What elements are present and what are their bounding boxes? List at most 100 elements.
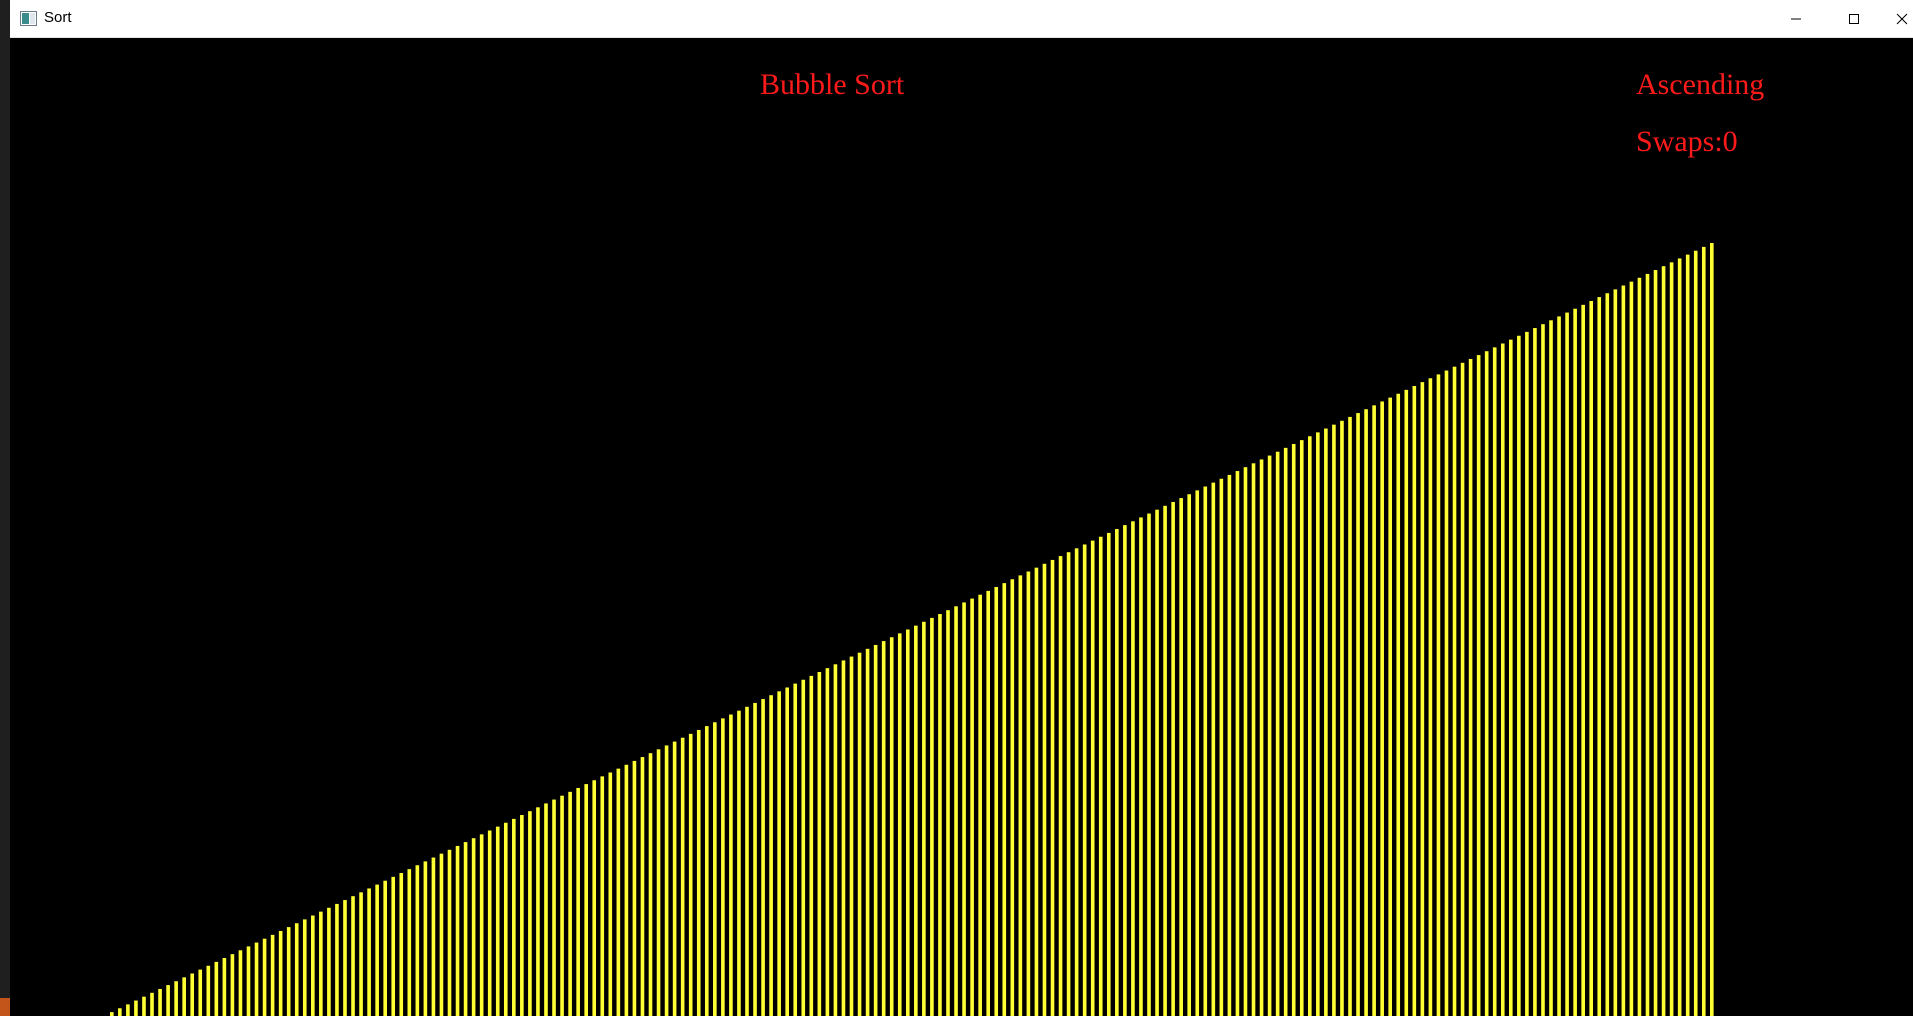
desktop-left-strip bbox=[0, 0, 10, 1016]
value-bar bbox=[1484, 351, 1489, 1016]
value-bar bbox=[1629, 281, 1634, 1016]
value-bar bbox=[825, 668, 830, 1016]
value-bar bbox=[1508, 339, 1513, 1016]
value-bar bbox=[688, 733, 693, 1016]
value-bar bbox=[954, 606, 958, 1016]
value-bar bbox=[1372, 405, 1376, 1016]
value-bar bbox=[1621, 285, 1626, 1016]
value-bar bbox=[1106, 532, 1111, 1016]
value-bar bbox=[1082, 544, 1087, 1016]
value-bar bbox=[930, 617, 934, 1016]
value-bar bbox=[311, 915, 315, 1016]
value-bar bbox=[254, 942, 259, 1016]
value-bar bbox=[889, 637, 894, 1016]
maximize-button[interactable] bbox=[1825, 0, 1883, 38]
value-bar bbox=[914, 625, 918, 1016]
value-bar bbox=[704, 726, 709, 1016]
value-bar bbox=[1589, 300, 1594, 1016]
value-bar bbox=[246, 946, 251, 1016]
close-icon bbox=[1896, 13, 1908, 25]
value-bar bbox=[1026, 571, 1031, 1016]
value-bar bbox=[1307, 436, 1312, 1016]
value-bar bbox=[302, 919, 307, 1016]
value-bar bbox=[946, 610, 950, 1016]
value-bar bbox=[994, 586, 999, 1016]
value-bar bbox=[1018, 575, 1023, 1016]
value-bar bbox=[1050, 559, 1055, 1016]
value-bar bbox=[343, 900, 347, 1016]
value-bar bbox=[1500, 343, 1505, 1016]
value-bar bbox=[745, 706, 749, 1016]
value-bar bbox=[576, 787, 580, 1016]
value-bar bbox=[938, 614, 942, 1016]
value-bar bbox=[222, 958, 227, 1016]
value-bar bbox=[1275, 451, 1280, 1016]
value-bar bbox=[1187, 494, 1192, 1016]
value-bar bbox=[1066, 552, 1071, 1016]
value-bar bbox=[737, 710, 741, 1016]
value-bar bbox=[1492, 347, 1497, 1016]
value-bar bbox=[729, 714, 733, 1016]
minimize-button[interactable] bbox=[1767, 0, 1825, 38]
value-bar bbox=[383, 880, 387, 1016]
value-bar bbox=[1171, 501, 1175, 1016]
value-bar bbox=[905, 629, 910, 1016]
value-bar bbox=[1195, 490, 1200, 1016]
value-bar bbox=[439, 853, 444, 1016]
value-bar bbox=[1283, 447, 1288, 1016]
value-bar bbox=[1251, 463, 1256, 1016]
value-bar bbox=[1677, 258, 1682, 1016]
value-bar bbox=[600, 776, 605, 1016]
value-bar bbox=[584, 784, 588, 1016]
value-bar bbox=[1412, 386, 1417, 1016]
value-bar bbox=[1396, 393, 1401, 1016]
value-bar bbox=[198, 969, 203, 1016]
value-bar bbox=[528, 811, 532, 1016]
value-bar bbox=[1356, 413, 1360, 1016]
value-bar bbox=[1605, 293, 1610, 1016]
value-bar bbox=[512, 818, 516, 1016]
value-bar bbox=[214, 961, 219, 1016]
minimize-icon bbox=[1791, 18, 1801, 20]
value-bar bbox=[1468, 358, 1473, 1016]
value-bar bbox=[375, 884, 379, 1016]
value-bar bbox=[1123, 525, 1127, 1016]
window-app-icon bbox=[20, 11, 37, 26]
value-bar bbox=[1316, 432, 1320, 1016]
value-bar bbox=[1613, 289, 1618, 1016]
value-bar bbox=[1428, 378, 1433, 1016]
value-bar bbox=[1131, 521, 1135, 1016]
value-bar bbox=[664, 745, 669, 1016]
value-bar bbox=[1259, 459, 1264, 1016]
value-bar bbox=[278, 930, 283, 1016]
value-bar bbox=[560, 795, 564, 1016]
value-bar bbox=[415, 865, 420, 1016]
value-bar bbox=[391, 876, 396, 1016]
title-bar[interactable]: Sort bbox=[10, 0, 1913, 38]
value-bar bbox=[1340, 420, 1344, 1016]
value-bar bbox=[1388, 397, 1393, 1016]
value-bar bbox=[134, 1000, 138, 1016]
value-bar bbox=[455, 845, 460, 1016]
value-bar bbox=[1436, 374, 1441, 1016]
value-bar bbox=[1324, 428, 1328, 1016]
value-bar bbox=[761, 699, 765, 1016]
value-bar bbox=[1332, 424, 1336, 1016]
value-bar bbox=[294, 923, 299, 1016]
value-bar bbox=[986, 590, 990, 1016]
value-bar bbox=[1517, 335, 1521, 1016]
value-bar bbox=[126, 1004, 130, 1016]
value-bar bbox=[142, 996, 146, 1016]
value-bar bbox=[568, 791, 572, 1016]
value-bar bbox=[962, 602, 966, 1016]
value-bar bbox=[1002, 583, 1007, 1016]
value-bar bbox=[1243, 467, 1248, 1016]
value-bar bbox=[1525, 331, 1529, 1016]
value-bar bbox=[769, 695, 773, 1016]
close-button[interactable] bbox=[1883, 0, 1913, 38]
value-bar bbox=[118, 1008, 122, 1016]
value-bar bbox=[978, 594, 982, 1016]
value-bar bbox=[1147, 513, 1151, 1016]
value-bar bbox=[367, 888, 371, 1016]
value-bar bbox=[1541, 324, 1545, 1016]
